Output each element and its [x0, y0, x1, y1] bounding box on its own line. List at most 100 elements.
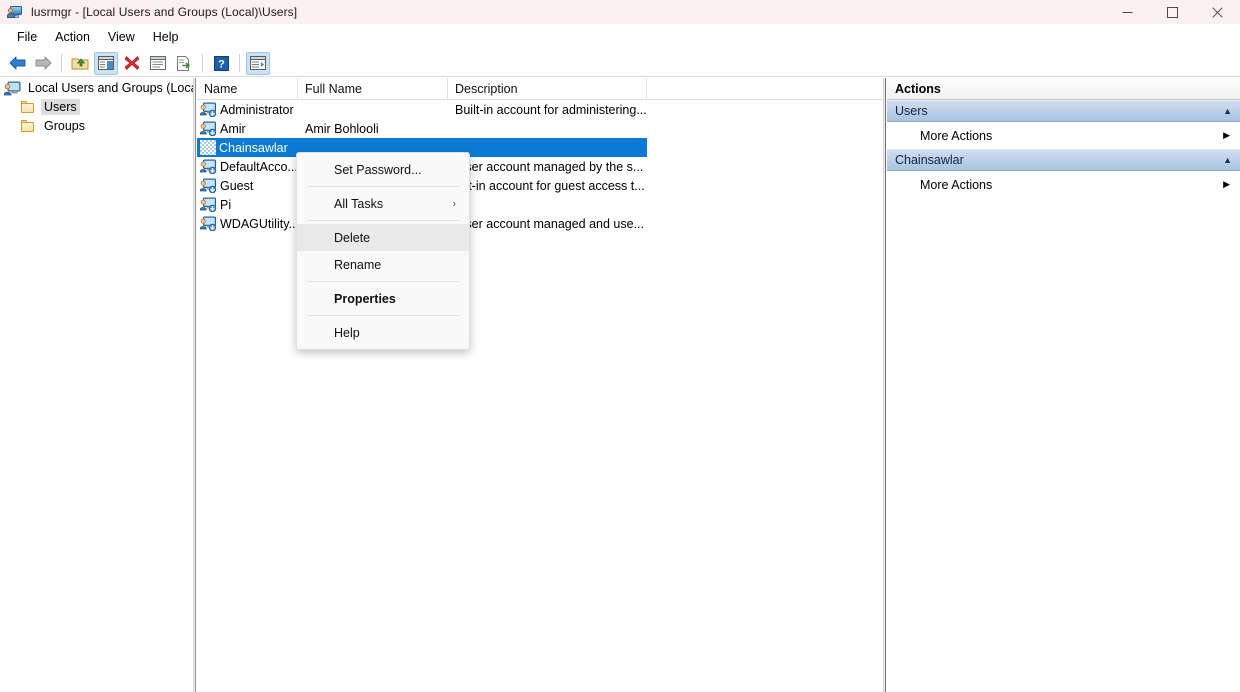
toolbar: ?: [0, 50, 1240, 77]
action-item-chainsawlar-more-actions[interactable]: More Actions ▶: [887, 171, 1240, 198]
cell-description: Built-in account for administering...: [448, 103, 647, 117]
chevron-up-icon[interactable]: ▲: [1223, 106, 1232, 116]
properties-button[interactable]: [146, 52, 170, 75]
cell-name: Administrator: [197, 102, 298, 117]
user-account-icon: [200, 121, 217, 136]
cell-full-name: Amir Bohlooli: [298, 122, 448, 136]
context-menu-item-label: Properties: [334, 292, 396, 306]
close-icon: [1212, 7, 1223, 18]
tree-item-users-label: Users: [41, 99, 80, 115]
show-action-pane-icon: [250, 56, 266, 70]
folder-icon: [20, 100, 36, 114]
user-account-icon: [200, 159, 217, 174]
show-hide-action-pane-button[interactable]: [246, 52, 270, 75]
table-row[interactable]: Amir Amir Bohlooli: [197, 119, 883, 138]
user-name-label: Pi: [220, 198, 231, 212]
column-header-name[interactable]: Name: [197, 78, 298, 100]
delete-button[interactable]: [120, 52, 144, 75]
cell-name: Pi: [197, 197, 298, 212]
tree-item-root-label: Local Users and Groups (Local): [25, 80, 193, 96]
toolbar-separator: [202, 54, 203, 72]
actions-group-header-chainsawlar[interactable]: Chainsawlar ▲: [887, 149, 1240, 171]
tree-item-users[interactable]: Users: [0, 97, 193, 116]
maximize-icon: [1167, 7, 1178, 18]
toolbar-separator: [239, 54, 240, 72]
column-header-filler: [647, 78, 883, 100]
delete-icon: [124, 55, 140, 71]
cell-name: Chainsawlar: [197, 140, 298, 155]
chevron-right-icon: ›: [453, 198, 456, 209]
actions-pane: Actions Users ▲ More Actions ▶ Chainsawl…: [887, 78, 1240, 692]
chevron-right-icon: ▶: [1223, 179, 1230, 190]
menu-file[interactable]: File: [8, 27, 46, 47]
tree-item-groups[interactable]: Groups: [0, 116, 193, 135]
context-menu-item-all-tasks[interactable]: All Tasks ›: [297, 190, 469, 217]
lusrmgr-window: lusrmgr - [Local Users and Groups (Local…: [0, 0, 1240, 692]
user-description-label: Built-in account for administering...: [455, 103, 647, 117]
menu-bar: File Action View Help: [0, 24, 1240, 50]
missing-icon: [200, 140, 216, 155]
forward-arrow-icon: [34, 55, 53, 71]
cell-name: WDAGUtility...: [197, 216, 298, 231]
actions-pane-title: Actions: [887, 78, 1240, 100]
up-one-level-button[interactable]: [68, 52, 92, 75]
computer-icon: [4, 80, 21, 96]
back-button[interactable]: [5, 52, 29, 75]
show-hide-console-tree-button[interactable]: [94, 52, 118, 75]
user-name-label: DefaultAcco...: [220, 160, 298, 174]
actions-group-header-users-label: Users: [895, 104, 928, 118]
minimize-button[interactable]: [1105, 0, 1150, 24]
forward-button[interactable]: [31, 52, 55, 75]
user-account-icon: [200, 216, 217, 231]
console-tree-pane: Local Users and Groups (Local) Users Gro…: [0, 78, 193, 692]
action-item-users-more-actions[interactable]: More Actions ▶: [887, 122, 1240, 149]
column-header-description[interactable]: Description: [448, 78, 647, 100]
window-controls: [1105, 0, 1240, 24]
context-menu-item-label: All Tasks: [334, 197, 383, 211]
pane-splitter-right[interactable]: [883, 78, 886, 692]
action-item-label: More Actions: [920, 178, 992, 192]
menu-view[interactable]: View: [99, 27, 144, 47]
up-folder-icon: [71, 55, 89, 71]
menu-help[interactable]: Help: [144, 27, 188, 47]
context-menu-item-label: Set Password...: [334, 163, 422, 177]
context-menu-item-properties[interactable]: Properties: [297, 285, 469, 312]
user-description-label: ...lt-in account for guest access t...: [455, 179, 645, 193]
maximize-button[interactable]: [1150, 0, 1195, 24]
actions-group-header-users[interactable]: Users ▲: [887, 100, 1240, 122]
back-arrow-icon: [8, 55, 27, 71]
properties-icon: [150, 56, 166, 70]
export-list-button[interactable]: [172, 52, 196, 75]
window-title: lusrmgr - [Local Users and Groups (Local…: [31, 5, 297, 19]
chevron-up-icon[interactable]: ▲: [1223, 155, 1232, 165]
toolbar-separator: [61, 54, 62, 72]
user-full-name-label: Amir Bohlooli: [305, 122, 379, 136]
cell-description: ...ser account managed by the s...: [448, 160, 647, 174]
pane-splitter-left[interactable]: [193, 78, 196, 692]
cell-name: Amir: [197, 121, 298, 136]
context-menu-item-label: Help: [334, 326, 360, 340]
tree-item-root[interactable]: Local Users and Groups (Local): [0, 78, 193, 97]
context-menu-item-help[interactable]: Help: [297, 319, 469, 346]
close-button[interactable]: [1195, 0, 1240, 24]
column-header-full-name[interactable]: Full Name: [298, 78, 448, 100]
export-list-icon: [176, 56, 192, 71]
show-hide-tree-icon: [98, 56, 114, 70]
context-menu-item-set-password[interactable]: Set Password...: [297, 156, 469, 183]
cell-name: Guest: [197, 178, 298, 193]
table-row[interactable]: Administrator Built-in account for admini…: [197, 100, 883, 119]
context-menu-item-delete[interactable]: Delete: [297, 224, 469, 251]
user-name-label: Amir: [220, 122, 246, 136]
context-menu-item-rename[interactable]: Rename: [297, 251, 469, 278]
user-account-icon: [200, 197, 217, 212]
context-menu-item-label: Rename: [334, 258, 381, 272]
menu-separator: [307, 220, 459, 221]
title-bar: lusrmgr - [Local Users and Groups (Local…: [0, 0, 1240, 24]
menu-separator: [307, 315, 459, 316]
menu-action[interactable]: Action: [46, 27, 99, 47]
user-account-icon: [200, 178, 217, 193]
user-description-label: ...ser account managed and use...: [455, 217, 644, 231]
context-menu: Set Password... All Tasks › Delete Rename Pro…: [296, 152, 470, 350]
help-button[interactable]: ?: [209, 52, 233, 75]
user-name-label: Chainsawlar: [219, 141, 288, 155]
